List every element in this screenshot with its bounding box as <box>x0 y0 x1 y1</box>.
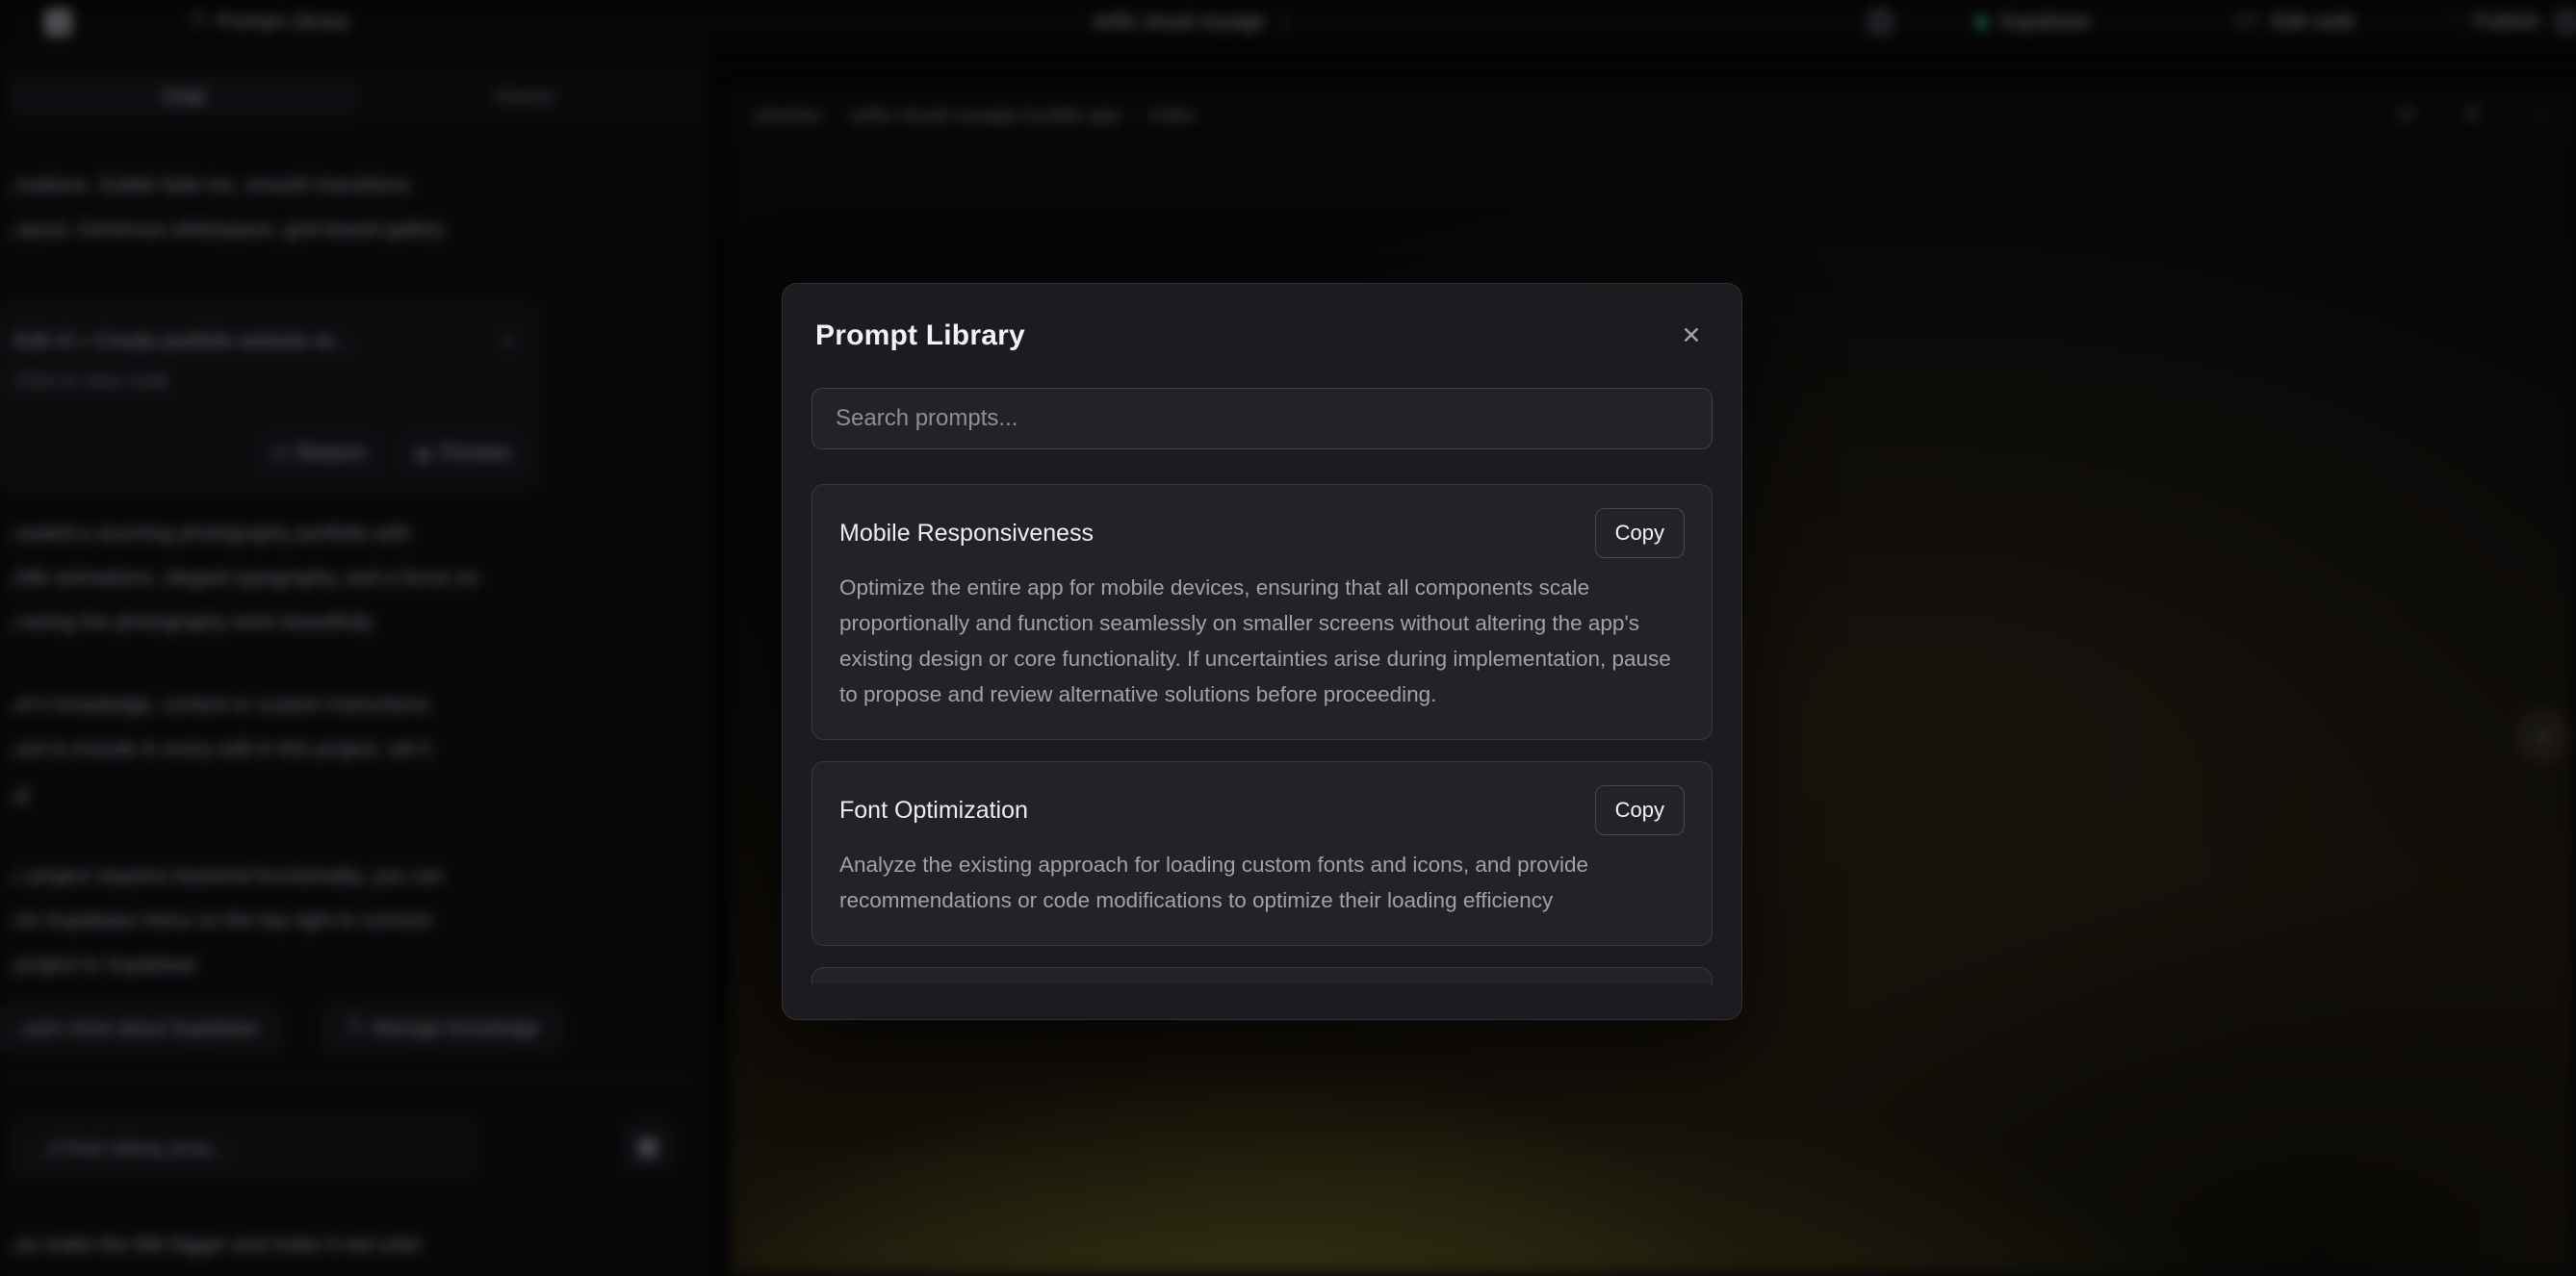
close-icon: ✕ <box>1682 321 1702 350</box>
search-input[interactable] <box>811 388 1713 449</box>
app-window: ❒ Prompt Library artfix visual voyage ⌄ … <box>0 0 2576 1276</box>
prompt-description: Analyze the existing approach for loadin… <box>839 847 1685 918</box>
copy-button[interactable]: Copy <box>1595 508 1685 558</box>
copy-button[interactable]: Copy <box>1595 785 1685 835</box>
modal-close-button[interactable]: ✕ <box>1672 317 1711 355</box>
prompt-card-mobile-responsiveness: Mobile Responsiveness Copy Optimize the … <box>811 484 1713 740</box>
modal-title: Prompt Library <box>815 319 1025 352</box>
prompt-title: Mobile Responsiveness <box>839 520 1094 548</box>
prompt-list: Mobile Responsiveness Copy Optimize the … <box>811 484 1713 984</box>
prompt-library-modal: Prompt Library ✕ Mobile Responsiveness C… <box>782 283 1742 1020</box>
prompt-title: Font Optimization <box>839 797 1028 825</box>
prompt-description: Optimize the entire app for mobile devic… <box>839 570 1685 712</box>
prompt-card-partial <box>811 967 1713 984</box>
prompt-card-font-optimization: Font Optimization Copy Analyze the exist… <box>811 761 1713 946</box>
